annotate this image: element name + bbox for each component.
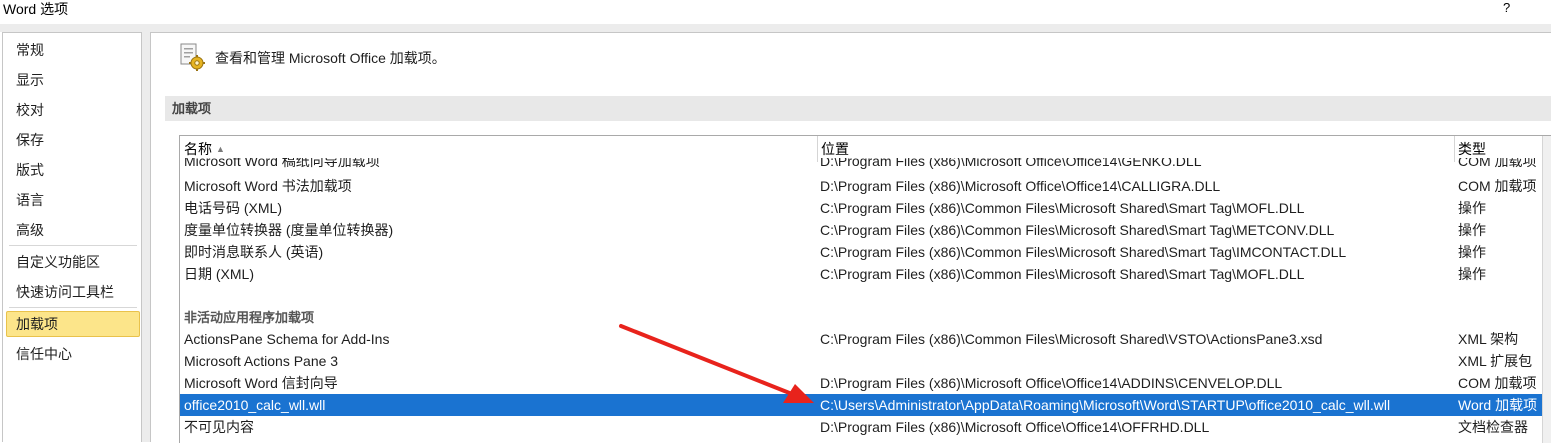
- cell-type: Word 加载项: [1458, 397, 1538, 413]
- table-row[interactable]: 即时消息联系人 (英语) C:\Program Files (x86)\Comm…: [180, 241, 1542, 263]
- cell-name: Microsoft Actions Pane 3: [184, 353, 339, 369]
- cell-location: D:\Program Files (x86)\Microsoft Office\…: [820, 419, 1210, 435]
- table-row-selected[interactable]: office2010_calc_wll.wll C:\Users\Adminis…: [180, 394, 1542, 416]
- sidebar-item-display[interactable]: 显示: [6, 67, 140, 93]
- title-bar: Word 选项 ?: [0, 0, 1551, 24]
- cell-location: D:\Program Files (x86)\Microsoft Office\…: [820, 375, 1283, 391]
- cell-type: 操作: [1458, 222, 1486, 238]
- cell-location: C:\Program Files (x86)\Common Files\Micr…: [820, 222, 1335, 238]
- vertical-scrollbar[interactable]: [1542, 136, 1551, 443]
- table-row[interactable]: Microsoft Word 信封向导 D:\Program Files (x8…: [180, 372, 1542, 394]
- sidebar-item-addins[interactable]: 加载项: [6, 311, 140, 337]
- cell-name: ActionsPane Schema for Add-Ins: [184, 331, 390, 347]
- sidebar: 常规 显示 校对 保存 版式 语言 高级 自定义功能区 快速访问工具栏 加载项 …: [2, 32, 142, 442]
- cell-location: C:\Program Files (x86)\Common Files\Micr…: [820, 331, 1323, 347]
- cell-location: C:\Users\Administrator\AppData\Roaming\M…: [820, 397, 1391, 413]
- cell-type: XML 扩展包: [1458, 353, 1533, 369]
- sidebar-item-advanced[interactable]: 高级: [6, 217, 140, 243]
- cell-name: Microsoft Word 书法加载项: [184, 178, 352, 194]
- cell-name: 电话号码 (XML): [184, 200, 282, 216]
- cell-type: COM 加载项: [1458, 178, 1537, 194]
- sidebar-item-general[interactable]: 常规: [6, 37, 140, 63]
- sidebar-divider: [9, 307, 137, 308]
- table-row[interactable]: 日期 (XML) C:\Program Files (x86)\Common F…: [180, 263, 1542, 285]
- main-panel: 查看和管理 Microsoft Office 加载项。 加载项 名称 ▲ 位置 类…: [150, 32, 1551, 443]
- window-title: Word 选项: [3, 1, 69, 17]
- cell-type: 操作: [1458, 244, 1486, 260]
- sidebar-item-customize-ribbon[interactable]: 自定义功能区: [6, 249, 140, 275]
- table-row[interactable]: 不可见内容 D:\Program Files (x86)\Microsoft O…: [180, 416, 1542, 438]
- cell-name: 不可见内容: [184, 419, 254, 435]
- group-label-inactive: 非活动应用程序加载项: [184, 310, 315, 325]
- sidebar-item-proofing[interactable]: 校对: [6, 97, 140, 123]
- top-gap: [0, 24, 1551, 32]
- page-header-text: 查看和管理 Microsoft Office 加载项。: [215, 50, 446, 66]
- cell-name: Microsoft Word 信封向导: [184, 375, 338, 391]
- sidebar-item-layout[interactable]: 版式: [6, 157, 140, 183]
- header-underlay: [180, 136, 1542, 162]
- sidebar-item-save[interactable]: 保存: [6, 127, 140, 153]
- table-row[interactable]: Microsoft Word 书法加载项 D:\Program Files (x…: [180, 175, 1542, 197]
- section-title-addins: 加载项: [165, 96, 1551, 121]
- sidebar-item-quick-access-toolbar[interactable]: 快速访问工具栏: [6, 279, 140, 305]
- addins-table[interactable]: 名称 ▲ 位置 类型 Microsoft Word 稿纸向导加载项 D:\Prog…: [179, 135, 1551, 443]
- cell-name: 即时消息联系人 (英语): [184, 244, 324, 260]
- sidebar-item-trust-center[interactable]: 信任中心: [6, 341, 140, 367]
- cell-name: 日期 (XML): [184, 266, 254, 282]
- cell-location: C:\Program Files (x86)\Common Files\Micr…: [820, 266, 1305, 282]
- cell-location: D:\Program Files (x86)\Microsoft Office\…: [820, 178, 1221, 194]
- cell-name: 度量单位转换器 (度量单位转换器): [184, 222, 394, 238]
- cell-name: office2010_calc_wll.wll: [184, 397, 326, 413]
- table-row[interactable]: 电话号码 (XML) C:\Program Files (x86)\Common…: [180, 197, 1542, 219]
- help-button[interactable]: ?: [1503, 0, 1510, 16]
- cell-type: 操作: [1458, 266, 1486, 282]
- cell-type: COM 加载项: [1458, 375, 1537, 391]
- sidebar-divider: [9, 245, 137, 246]
- table-row[interactable]: Microsoft Actions Pane 3 XML 扩展包: [180, 350, 1542, 372]
- addins-gear-icon: [180, 43, 205, 71]
- table-row[interactable]: ActionsPane Schema for Add-Ins C:\Progra…: [180, 328, 1542, 350]
- sidebar-item-language[interactable]: 语言: [6, 187, 140, 213]
- table-row[interactable]: 度量单位转换器 (度量单位转换器) C:\Program Files (x86)…: [180, 219, 1542, 241]
- cell-type: 操作: [1458, 200, 1486, 216]
- cell-location: C:\Program Files (x86)\Common Files\Micr…: [820, 200, 1305, 216]
- cell-location: C:\Program Files (x86)\Common Files\Micr…: [820, 244, 1347, 260]
- cell-type: 文档检查器: [1458, 419, 1528, 435]
- cell-type: XML 架构: [1458, 331, 1519, 347]
- panel-gutter: [142, 24, 150, 442]
